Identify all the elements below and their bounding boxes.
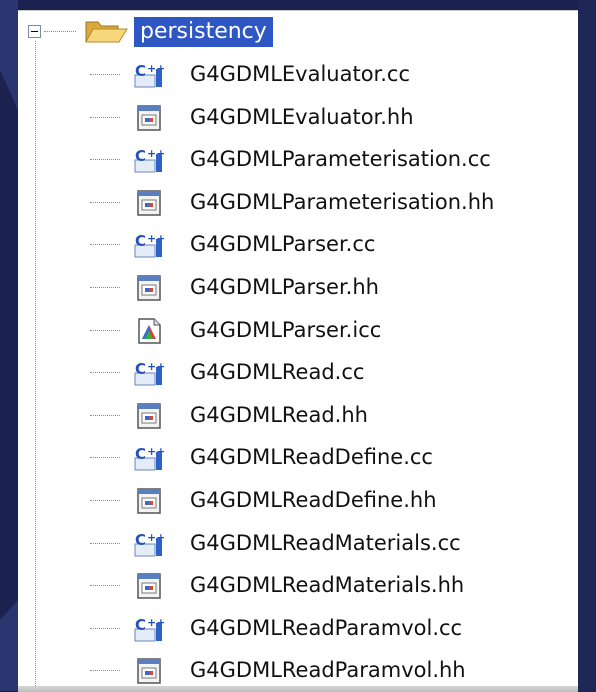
file-name-label[interactable]: G4GDMLEvaluator.cc [190, 53, 410, 95]
cpp-source-icon: C ++ [134, 147, 164, 173]
header-file-icon [137, 104, 161, 131]
file-name-label[interactable]: G4GDMLReadMaterials.hh [190, 564, 464, 606]
folder-open-icon [85, 21, 128, 43]
svg-text:C: C [135, 62, 146, 80]
header-file-icon [137, 190, 161, 216]
tree-connector [90, 372, 120, 374]
tree-file-row[interactable]: C ++ G4GDMLReadParamvol.cc [18, 607, 578, 650]
tree-connector [90, 329, 120, 331]
tree-file-row[interactable]: C ++ G4GDMLParameterisation.cc [18, 138, 578, 181]
file-name-label[interactable]: G4GDMLRead.cc [190, 351, 364, 393]
tree-connector [90, 457, 120, 459]
generic-file-icon [138, 317, 161, 344]
file-name-label[interactable]: G4GDMLRead.hh [190, 394, 368, 436]
tree-file-row[interactable]: G4GDMLEvaluator.hh [18, 96, 578, 139]
file-name-label[interactable]: G4GDMLParser.hh [190, 266, 379, 308]
svg-text:C: C [135, 531, 146, 549]
file-name-label[interactable]: G4GDMLReadParamvol.cc [190, 607, 462, 649]
header-file-icon [137, 658, 161, 685]
tree-connector [90, 627, 120, 629]
panel-bottom-edge [18, 686, 578, 692]
svg-text:C: C [135, 616, 146, 634]
file-name-label[interactable]: G4GDMLParser.cc [190, 223, 375, 265]
tree-file-row[interactable]: G4GDMLParser.icc [18, 309, 578, 352]
cpp-source-icon: C ++ [134, 360, 164, 386]
tree-file-row[interactable]: G4GDMLParser.hh [18, 266, 578, 309]
tree-connector [90, 74, 120, 75]
file-name-label[interactable]: G4GDMLParameterisation.hh [190, 181, 494, 223]
file-name-label[interactable]: G4GDMLParameterisation.cc [190, 138, 491, 180]
tree-connector [90, 244, 120, 246]
tree-connector [90, 414, 120, 416]
cpp-source-icon: C ++ [134, 616, 164, 642]
cpp-source-icon: C ++ [134, 232, 164, 258]
file-list: C ++ G4GDMLEvaluator.cc G4GDMLEvaluator.… [18, 53, 578, 692]
header-file-icon [137, 488, 161, 514]
tree-connector [90, 116, 120, 118]
header-file-icon [137, 275, 161, 301]
header-file-icon [137, 403, 161, 429]
file-name-label[interactable]: G4GDMLEvaluator.hh [190, 96, 414, 138]
tree-file-row[interactable]: C ++ G4GDMLReadDefine.cc [18, 436, 578, 479]
tree-file-row[interactable]: C ++ G4GDMLReadMaterials.cc [18, 522, 578, 565]
tree-file-row[interactable]: C ++ G4GDMLRead.cc [18, 351, 578, 394]
header-file-icon [137, 573, 161, 599]
svg-text:C: C [135, 232, 146, 250]
tree-connector [90, 670, 120, 672]
tree-folder-row[interactable]: persistency [18, 14, 578, 48]
tree-connector [90, 201, 120, 203]
tree-file-row[interactable]: C ++ G4GDMLParser.cc [18, 223, 578, 266]
file-name-label[interactable]: G4GDMLReadDefine.hh [190, 479, 437, 521]
file-tree-panel: persistency C ++ G4GDMLEvaluator.cc G4GD… [18, 10, 578, 692]
tree-file-row[interactable]: C ++ G4GDMLEvaluator.cc [18, 53, 578, 96]
tree-file-row[interactable]: G4GDMLRead.hh [18, 394, 578, 437]
cpp-source-icon: C ++ [134, 445, 164, 471]
file-name-label[interactable]: G4GDMLReadDefine.cc [190, 436, 433, 478]
tree-connector [90, 499, 120, 501]
tree-file-row[interactable]: G4GDMLReadMaterials.hh [18, 564, 578, 607]
tree-file-row[interactable]: G4GDMLParameterisation.hh [18, 181, 578, 224]
cpp-source-icon: C ++ [134, 531, 164, 557]
tree-connector [90, 585, 120, 587]
folder-label[interactable]: persistency [134, 17, 273, 47]
collapse-toggle-icon[interactable] [28, 25, 41, 38]
svg-text:C: C [135, 360, 146, 378]
tree-connector [90, 159, 120, 161]
file-name-label[interactable]: G4GDMLParser.icc [190, 309, 381, 351]
file-name-label[interactable]: G4GDMLReadMaterials.cc [190, 522, 461, 564]
cpp-source-icon: C ++ [134, 62, 164, 88]
file-name-label[interactable]: G4GDMLReadParamvol.hh [190, 649, 466, 691]
tree-connector [90, 286, 120, 288]
tree-file-row[interactable]: G4GDMLReadDefine.hh [18, 479, 578, 522]
tree-connector [90, 542, 120, 544]
tree-connector [44, 31, 76, 32]
svg-text:C: C [135, 147, 146, 165]
svg-text:C: C [135, 445, 146, 463]
